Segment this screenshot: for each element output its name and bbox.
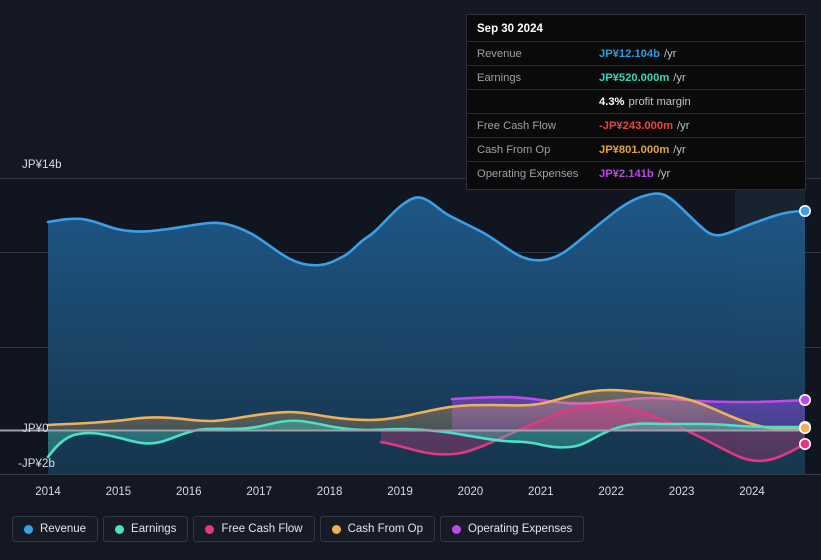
tooltip-row: 4.3% profit margin bbox=[467, 89, 805, 113]
legend-color-dot-icon bbox=[115, 524, 125, 534]
tooltip-row: Earnings JP¥520.000m/yr bbox=[467, 65, 805, 89]
legend-item-label: Operating Expenses bbox=[468, 523, 573, 535]
tooltip-row-unit: /yr bbox=[673, 71, 686, 84]
tooltip-row-unit: /yr bbox=[663, 47, 677, 60]
tooltip-row-key: Cash From Op bbox=[477, 143, 551, 156]
tooltip-row-value: -JP¥243.000m bbox=[599, 119, 674, 132]
tooltip-row-key: Revenue bbox=[477, 47, 522, 60]
legend-color-dot-icon bbox=[452, 524, 462, 534]
endpoint-operating-expenses bbox=[798, 393, 811, 406]
tooltip-row-value: JP¥801.000m bbox=[599, 143, 670, 156]
tooltip-row: Cash From Op JP¥801.000m/yr bbox=[467, 137, 805, 161]
x-axis-tick-2020: 2020 bbox=[457, 486, 484, 498]
legend-item-earnings[interactable]: Earnings bbox=[103, 516, 189, 542]
legend-color-dot-icon bbox=[331, 524, 341, 534]
legend-color-dot-icon bbox=[205, 524, 215, 534]
tooltip-row-unit: /yr bbox=[657, 167, 671, 180]
legend-item-label: Revenue bbox=[40, 523, 87, 535]
x-axis-tick-2021: 2021 bbox=[528, 486, 554, 498]
x-axis-tick-2017: 2017 bbox=[246, 486, 272, 498]
tooltip-row-value: JP¥12.104b bbox=[599, 47, 660, 60]
x-axis: 2014 2015 2016 2017 2018 2019 2020 2021 2022 2023… bbox=[0, 486, 821, 502]
chart-tooltip: Sep 30 2024 Revenue JP¥12.104b/yr Earnings… bbox=[466, 14, 806, 190]
tooltip-row-value: 4.3% bbox=[599, 95, 625, 108]
legend-item-label: Free Cash Flow bbox=[221, 523, 303, 535]
tooltip-date: Sep 30 2024 bbox=[477, 23, 543, 35]
x-axis-tick-2022: 2022 bbox=[598, 486, 624, 498]
x-axis-tick-2024: 2024 bbox=[739, 486, 765, 498]
chart-legend[interactable]: Revenue Earnings Free Cash Flow Cash From O… bbox=[12, 516, 585, 542]
legend-color-dot-icon bbox=[24, 524, 33, 534]
endpoint-cash-from-op bbox=[798, 421, 811, 434]
endpoint-revenue bbox=[798, 205, 811, 218]
endpoint-free-cash-flow bbox=[798, 437, 811, 450]
y-axis-label-zero: JP¥0 bbox=[22, 423, 49, 435]
tooltip-row-unit: /yr bbox=[673, 143, 686, 156]
x-axis-tick-2015: 2015 bbox=[105, 486, 132, 498]
x-axis-tick-2014: 2014 bbox=[35, 486, 61, 498]
tooltip-row: Operating Expenses JP¥2.141b/yr bbox=[467, 161, 805, 185]
y-axis-label-bottom: -JP¥2b bbox=[18, 458, 56, 470]
legend-item-cash-from-op[interactable]: Cash From Op bbox=[319, 516, 436, 542]
tooltip-rows: Revenue JP¥12.104b/yr Earnings JP¥520.000m /… bbox=[467, 41, 805, 185]
tooltip-row-key: Operating Expenses bbox=[477, 167, 579, 180]
tooltip-row-unit: profit margin bbox=[628, 95, 691, 108]
tooltip-row-value: JP¥520.000m bbox=[599, 71, 670, 84]
tooltip-row-key: Free Cash Flow bbox=[477, 119, 556, 132]
tooltip-row-key: Earnings bbox=[477, 71, 522, 84]
x-axis-tick-2019: 2019 bbox=[387, 486, 413, 498]
y-axis-label-top: JP¥14b bbox=[22, 159, 62, 171]
x-axis-tick-2023: 2023 bbox=[668, 486, 695, 498]
legend-item-revenue[interactable]: Revenue bbox=[12, 516, 99, 542]
tooltip-row-unit: /yr bbox=[677, 119, 690, 132]
legend-item-free-cash-flow[interactable]: Free Cash Flow bbox=[193, 516, 315, 542]
tooltip-row: Free Cash Flow -JP¥243.000m/yr bbox=[467, 113, 805, 137]
x-axis-tick-2016: 2016 bbox=[176, 486, 202, 498]
tooltip-row: Revenue JP¥12.104b/yr bbox=[467, 41, 805, 65]
legend-item-label: Earnings bbox=[131, 523, 177, 535]
legend-item-label: Cash From Op bbox=[347, 523, 424, 535]
tooltip-row-value: JP¥2.141b bbox=[599, 167, 654, 180]
x-axis-tick-2018: 2018 bbox=[316, 486, 343, 498]
legend-item-operating-expenses[interactable]: Operating Expenses bbox=[440, 516, 585, 542]
